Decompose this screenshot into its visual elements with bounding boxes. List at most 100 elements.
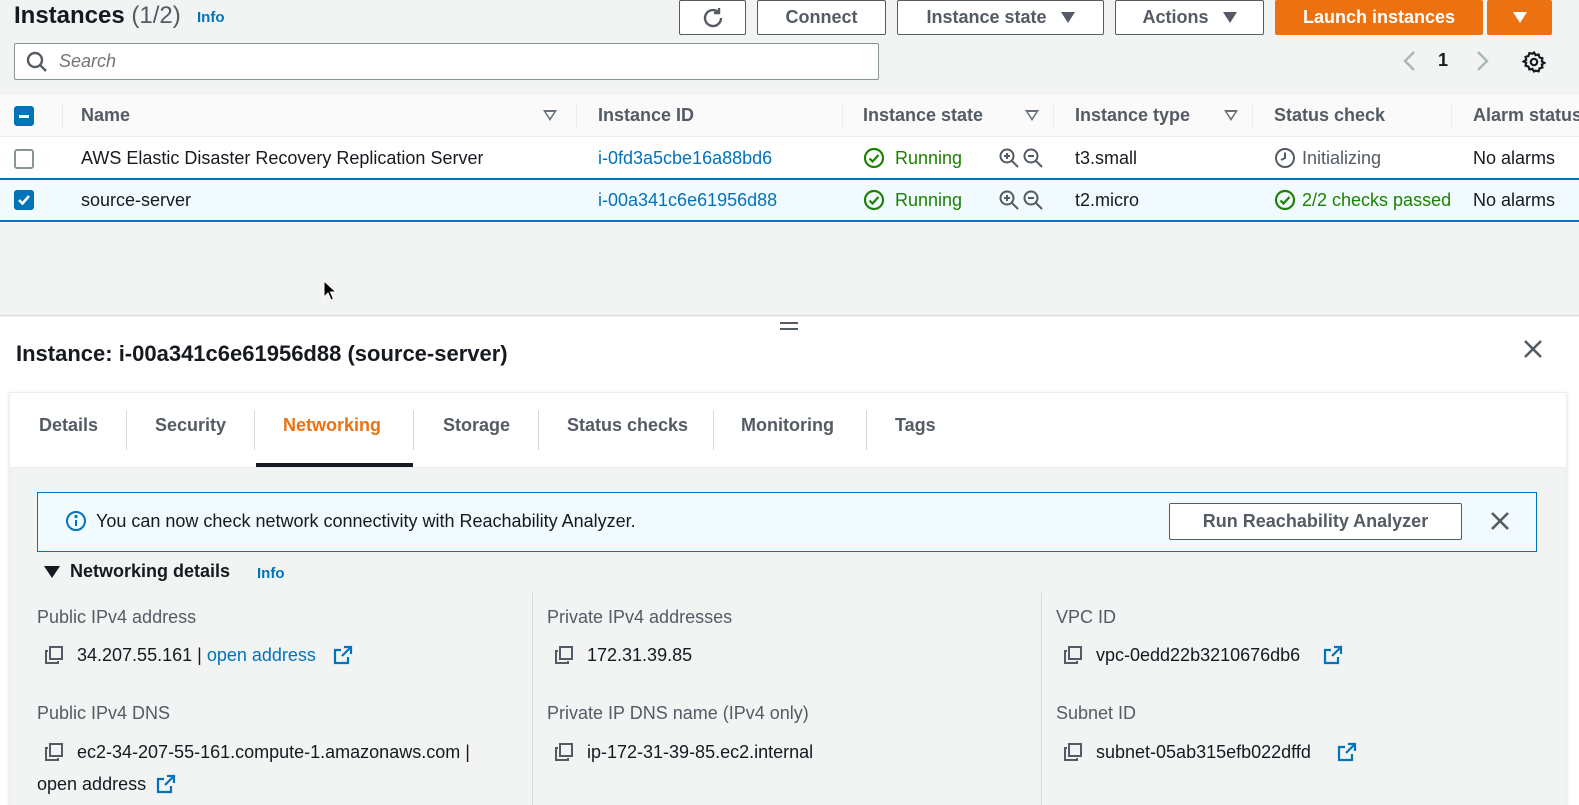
search-input[interactable] [59,51,839,72]
private-ipv4-value: 172.31.39.85 [587,645,693,665]
zoom-controls [998,189,1044,211]
search-bar[interactable] [14,43,879,80]
table-row[interactable]: AWS Elastic Disaster Recovery Replicatio… [0,137,1579,179]
status-check-label: Initializing [1302,147,1382,168]
page-title-text: Instances [14,2,125,29]
alert-text: You can now check network connectivity w… [96,511,636,531]
select-all-checkbox[interactable] [14,106,34,126]
sort-icon[interactable] [543,110,557,121]
alarm-status: No alarms [1473,148,1556,168]
public-ipv4-text: 34.207.55.161 | [77,645,202,665]
instance-id-link[interactable]: i-0fd3a5cbe16a88bd6 [598,148,772,169]
zoom-out-icon[interactable] [1022,189,1044,211]
instance-state: Running [863,189,962,211]
search-icon [26,51,47,72]
open-address-link[interactable]: open address [207,645,316,665]
tab-details[interactable]: Details [39,415,98,436]
zoom-in-icon[interactable] [998,189,1020,211]
collapse-caret-icon[interactable] [44,566,60,578]
subnet-id-label: Subnet ID [1056,703,1137,723]
launch-instances-button[interactable]: Launch instances [1275,0,1483,35]
status-check-label: 2/2 checks passed [1302,189,1452,210]
tab-security[interactable]: Security [155,415,226,436]
instance-state-dropdown[interactable]: Instance state [897,0,1104,35]
close-icon[interactable] [1522,338,1544,360]
instance-id-link[interactable]: i-00a341c6e61956d88 [598,190,777,211]
check-circle-icon [863,147,885,169]
connect-label: Connect [785,7,858,27]
zoom-out-icon[interactable] [1022,147,1044,169]
subnet-id-link[interactable]: subnet-05ab315efb022dffd [1096,742,1311,763]
info-icon [65,510,87,532]
status-check: Initializing [1274,147,1381,169]
info-link[interactable]: Info [197,9,225,26]
refresh-button[interactable] [679,0,746,35]
row-checkbox[interactable] [14,190,34,210]
page-number[interactable]: 1 [1438,50,1448,71]
copy-icon[interactable] [44,645,64,665]
column-header-instance-type[interactable]: Instance type [1075,105,1190,126]
tab-tags[interactable]: Tags [895,415,936,436]
caret-down-icon [1060,12,1075,23]
refresh-icon [703,7,722,27]
tab-monitoring[interactable]: Monitoring [741,415,834,436]
vpc-id-link[interactable]: vpc-0edd22b3210676db6 [1096,645,1300,666]
section-title[interactable]: Networking details [70,561,230,582]
clock-icon [1275,148,1295,168]
tab-storage[interactable]: Storage [443,415,510,436]
settings-icon[interactable] [1522,50,1546,74]
copy-icon[interactable] [44,742,64,762]
launch-options-dropdown[interactable] [1487,0,1552,35]
column-header-status-check[interactable]: Status check [1274,105,1385,126]
actions-label: Actions [1142,7,1209,27]
column-header-alarm-status[interactable]: Alarm status [1473,105,1579,126]
tab-networking[interactable]: Networking [283,415,381,436]
tab-status-checks[interactable]: Status checks [567,415,688,436]
run-reachability-analyzer-button[interactable]: Run Reachability Analyzer [1169,503,1462,540]
public-dns-label: Public IPv4 DNS [37,703,171,723]
column-header-name[interactable]: Name [81,105,130,126]
zoom-in-icon[interactable] [998,147,1020,169]
external-link-icon[interactable] [333,645,353,665]
column-header-instance-id[interactable]: Instance ID [598,105,694,126]
table-header: Name Instance ID Instance state Instance… [0,95,1579,137]
connect-button[interactable]: Connect [757,0,886,35]
zoom-controls [998,147,1044,169]
chevron-left-icon[interactable] [1402,50,1416,72]
external-link-icon[interactable] [156,774,176,794]
section-info-link[interactable]: Info [257,565,285,582]
vpc-id-label: VPC ID [1056,607,1117,627]
mouse-cursor [323,280,337,302]
copy-icon[interactable] [554,645,574,665]
actions-dropdown[interactable]: Actions [1115,0,1264,35]
private-dns-label: Private IP DNS name (IPv4 only) [547,703,809,723]
state-label: Running [895,189,963,210]
table-empty-area [0,223,1579,316]
private-ipv4-label: Private IPv4 addresses [547,607,733,627]
external-link-icon[interactable] [1323,645,1343,665]
state-label: Running [895,147,963,168]
public-ipv4-value: 34.207.55.161 | open address [77,645,316,666]
chevron-right-icon[interactable] [1476,50,1490,72]
instance-name: source-server [81,190,192,210]
instance-name: AWS Elastic Disaster Recovery Replicatio… [81,148,484,168]
sort-icon[interactable] [1025,110,1039,121]
copy-icon[interactable] [554,742,574,762]
detail-title: Instance: i-00a341c6e61956d88 (source-se… [16,341,508,366]
page-title: Instances (1/2) [14,2,181,30]
check-circle-icon [863,189,885,211]
instance-count: (1/2) [131,2,181,29]
resize-handle[interactable] [780,322,798,330]
row-checkbox[interactable] [14,149,34,169]
table-row[interactable]: source-server i-00a341c6e61956d88 Runnin… [0,178,1579,222]
close-icon[interactable] [1489,510,1511,532]
sort-icon[interactable] [1224,110,1238,121]
instances-table: Name Instance ID Instance state Instance… [0,95,1579,223]
open-address-link[interactable]: open address [37,774,146,795]
private-dns-value: ip-172-31-39-85.ec2.internal [587,742,814,762]
launch-label: Launch instances [1302,7,1456,27]
column-header-instance-state[interactable]: Instance state [863,105,983,126]
external-link-icon[interactable] [1337,742,1357,762]
copy-icon[interactable] [1063,645,1083,665]
copy-icon[interactable] [1063,742,1083,762]
